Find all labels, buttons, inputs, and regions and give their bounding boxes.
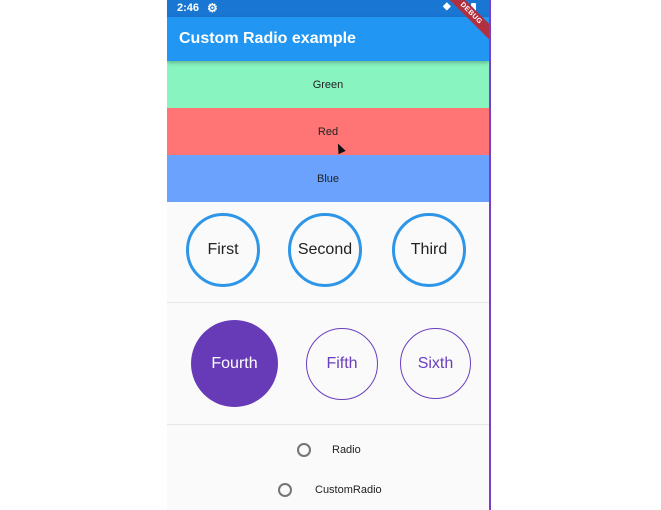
color-option-label: Blue xyxy=(316,172,340,185)
gear-icon: ⚙ xyxy=(207,1,218,15)
filled-radio-sixth[interactable]: Sixth xyxy=(400,328,471,399)
status-bar: 2:46 ⚙ ◆ xyxy=(167,0,489,17)
ring-radio-third[interactable]: Third xyxy=(392,213,466,287)
wifi-icon: ◆ xyxy=(443,1,451,12)
filled-radio-label: Sixth xyxy=(417,354,454,372)
ring-radio-label: Second xyxy=(297,241,353,258)
divider xyxy=(167,302,489,303)
filled-radio-label: Fifth xyxy=(326,355,358,372)
ring-radio-second[interactable]: Second xyxy=(288,213,362,287)
color-option-label: Green xyxy=(312,78,344,91)
ring-radio-label: First xyxy=(207,241,239,258)
custom-radio-label: CustomRadio xyxy=(315,484,382,496)
ring-radio-first[interactable]: First xyxy=(186,213,260,287)
filled-radio-fourth[interactable]: Fourth xyxy=(191,320,278,407)
status-time: 2:46 xyxy=(177,2,200,14)
app-bar: Custom Radio example xyxy=(167,17,489,61)
color-option-label: Red xyxy=(317,125,339,138)
filled-radio-label: Fourth xyxy=(211,354,258,372)
color-option-red[interactable]: Red xyxy=(167,108,489,155)
phone-screen: 2:46 ⚙ ◆ Custom Radio example DEBUG Gree… xyxy=(167,0,489,510)
color-option-blue[interactable]: Blue xyxy=(167,155,489,202)
app-title: Custom Radio example xyxy=(179,30,356,47)
radio-label: Radio xyxy=(332,444,361,456)
ring-radio-label: Third xyxy=(410,241,448,258)
window-edge xyxy=(489,0,491,510)
filled-radio-fifth[interactable]: Fifth xyxy=(306,328,378,400)
color-option-green[interactable]: Green xyxy=(167,61,489,108)
divider xyxy=(167,424,489,425)
custom-radio-button[interactable] xyxy=(278,483,292,497)
radio-button[interactable] xyxy=(297,443,311,457)
